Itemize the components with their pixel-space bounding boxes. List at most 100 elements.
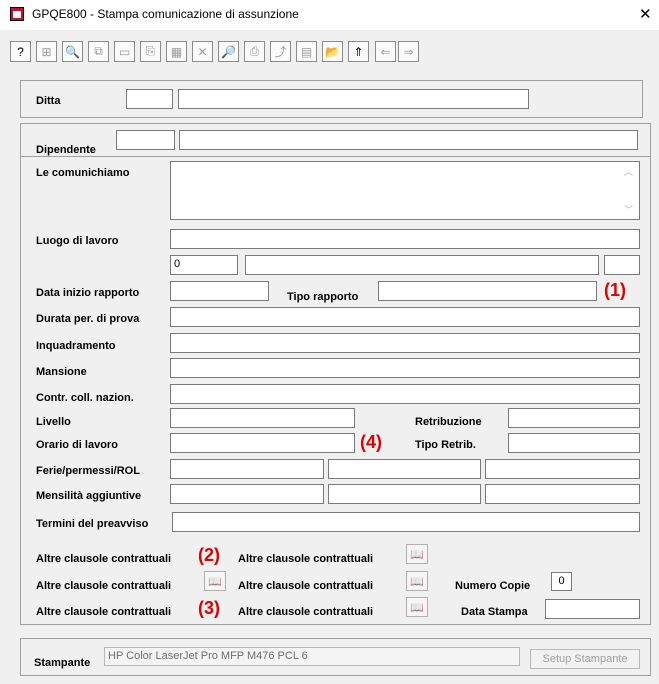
contratto-field[interactable]	[170, 384, 640, 404]
screen-icon: ▭	[118, 44, 131, 59]
scroll-down-icon[interactable]: ﹀	[624, 203, 633, 216]
toolbar: ? ⊞ 🔍 ⧉ ▭ ⎘ ▦ ✕ 🔎 ⎙ ⤴ ▤ 📂 ⇑ ⇐ ⇒	[0, 30, 659, 68]
close-icon[interactable]: ✕	[639, 5, 652, 23]
toolbar-button-properties[interactable]: ⊞	[36, 41, 57, 62]
toolbar-button-help[interactable]: ?	[10, 41, 31, 62]
mansione-label: Mansione	[36, 366, 87, 378]
toolbar-button-print[interactable]: ⎙	[244, 41, 265, 62]
comunichiamo-label: Le comunichiamo	[36, 167, 130, 179]
marker-1: (1)	[604, 280, 626, 300]
printer-label: Stampante	[34, 657, 91, 669]
dipendente-code-field[interactable]	[116, 130, 175, 150]
numero-copie-label: Numero Copie	[455, 580, 531, 592]
durata-field[interactable]	[170, 307, 640, 327]
mensilita-label: Mensilità aggiuntive	[36, 490, 142, 502]
printer-field[interactable]: HP Color LaserJet Pro MFP M476 PCL 6	[104, 647, 520, 666]
delete-icon: ✕	[197, 44, 208, 59]
clausole-book-button-3[interactable]: 📖	[204, 571, 226, 591]
durata-label: Durata per. di prova	[36, 313, 140, 325]
luogo-city-field[interactable]	[245, 255, 599, 275]
clausole-label-3: Altre clausole contrattuali	[36, 580, 172, 592]
toolbar-button-binoculars[interactable]: 🔍	[62, 41, 83, 62]
contratto-label: Contr. coll. nazion.	[36, 392, 134, 404]
luogo-province-field[interactable]	[604, 255, 640, 275]
preavviso-field[interactable]	[172, 512, 640, 532]
toolbar-button-paste[interactable]: ⎘	[140, 41, 161, 62]
toolbar-button-folder-up[interactable]: ⇑	[348, 41, 369, 62]
mansione-field[interactable]	[170, 358, 640, 378]
tipo-rapporto-field[interactable]	[378, 281, 597, 301]
retribuzione-field[interactable]	[508, 408, 640, 428]
copy-icon: ⧉	[94, 44, 103, 58]
arrow-right-icon: ⇒	[403, 44, 414, 59]
scroll-up-icon[interactable]: ︿	[624, 165, 633, 178]
mensilita-field-2[interactable]	[328, 484, 481, 504]
ditta-name-field[interactable]	[178, 89, 529, 109]
toolbar-button-form[interactable]: ▤	[296, 41, 317, 62]
arrow-left-icon: ⇐	[380, 44, 391, 59]
retribuzione-label: Retribuzione	[415, 416, 482, 428]
preavviso-label: Termini del preavviso	[36, 518, 149, 530]
inquadramento-field[interactable]	[170, 333, 640, 353]
open-folder-icon: 📂	[325, 44, 340, 59]
toolbar-button-export[interactable]: ⤴	[270, 41, 291, 62]
data-inizio-field[interactable]	[170, 281, 269, 301]
book-icon: 📖	[410, 601, 424, 614]
inquadramento-label: Inquadramento	[36, 340, 116, 352]
binoculars-icon: 🔍	[65, 44, 80, 59]
toolbar-button-delete[interactable]: ✕	[192, 41, 213, 62]
clausole-label-1: Altre clausole contrattuali	[36, 553, 172, 565]
data-inizio-label: Data inizio rapporto	[36, 287, 140, 299]
title-bar: GPQE800 - Stampa comunicazione di assunz…	[0, 0, 659, 30]
clausole-book-button-6[interactable]: 📖	[406, 597, 428, 617]
properties-icon: ⊞	[41, 44, 52, 59]
luogo-cap-field[interactable]: 0	[170, 255, 238, 275]
book-icon: 📖	[410, 548, 424, 561]
ferie-label: Ferie/permessi/ROL	[36, 465, 140, 477]
ferie-field-3[interactable]	[485, 459, 640, 479]
luogo-field[interactable]	[170, 229, 640, 249]
livello-label: Livello	[36, 416, 71, 428]
toolbar-button-preview[interactable]: 🔎	[218, 41, 239, 62]
clausole-label-2: Altre clausole contrattuali	[238, 553, 374, 565]
toolbar-button-screen[interactable]: ▭	[114, 41, 135, 62]
dipendente-name-field[interactable]	[179, 130, 638, 150]
mensilita-field-1[interactable]	[170, 484, 324, 504]
marker-2: (2)	[198, 545, 220, 565]
numero-copie-field[interactable]: 0	[551, 572, 572, 591]
setup-printer-button[interactable]: Setup Stampante	[530, 649, 640, 669]
grid-icon: ▦	[170, 44, 183, 59]
print-icon: ⎙	[249, 44, 260, 58]
clausole-book-button-2[interactable]: 📖	[406, 544, 428, 564]
dipendente-label: Dipendente	[36, 144, 96, 156]
app-icon	[10, 7, 24, 21]
livello-field[interactable]	[170, 408, 355, 428]
toolbar-button-grid[interactable]: ▦	[166, 41, 187, 62]
ferie-field-2[interactable]	[328, 459, 481, 479]
book-icon: 📖	[410, 575, 424, 588]
data-stampa-field[interactable]	[545, 599, 640, 619]
clausole-label-4: Altre clausole contrattuali	[238, 580, 374, 592]
orario-label: Orario di lavoro	[36, 439, 118, 451]
clausole-label-5: Altre clausole contrattuali	[36, 606, 172, 618]
clausole-book-button-4[interactable]: 📖	[406, 571, 428, 591]
ferie-field-1[interactable]	[170, 459, 324, 479]
folder-up-icon: ⇑	[353, 44, 364, 59]
toolbar-button-copy[interactable]: ⧉	[88, 41, 109, 62]
tipo-retrib-field[interactable]	[508, 433, 640, 453]
help-icon: ?	[17, 44, 24, 59]
toolbar-button-arrow-left[interactable]: ⇐	[375, 41, 396, 62]
clausole-label-6: Altre clausole contrattuali	[238, 606, 374, 618]
tipo-retrib-label: Tipo Retrib.	[415, 439, 476, 451]
toolbar-button-arrow-right[interactable]: ⇒	[398, 41, 419, 62]
orario-field[interactable]	[170, 433, 355, 453]
paste-icon: ⎘	[145, 44, 156, 58]
mensilita-field-3[interactable]	[485, 484, 640, 504]
data-stampa-label: Data Stampa	[461, 606, 528, 618]
window-title: GPQE800 - Stampa comunicazione di assunz…	[32, 7, 299, 21]
toolbar-button-open-folder[interactable]: 📂	[322, 41, 343, 62]
ditta-code-field[interactable]	[126, 89, 173, 109]
export-icon: ⤴	[274, 45, 287, 59]
form-icon: ▤	[300, 44, 313, 59]
comunichiamo-textarea[interactable]: ︿ ﹀	[170, 161, 640, 220]
